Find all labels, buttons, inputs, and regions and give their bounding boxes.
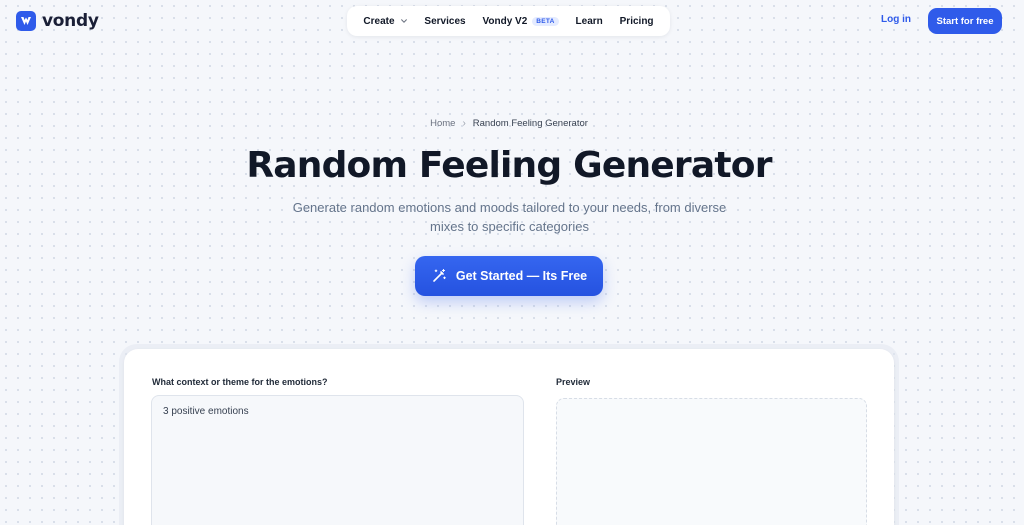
nav-vondy-v2-label: Vondy V2 — [482, 15, 528, 27]
nav-vondy-v2[interactable]: Vondy V2 BETA — [482, 15, 559, 27]
breadcrumb-separator: › — [462, 118, 466, 129]
breadcrumb-current: Random Feeling Generator — [472, 118, 588, 129]
nav-pricing[interactable]: Pricing — [620, 16, 654, 27]
nav-services[interactable]: Services — [424, 16, 465, 27]
nav-learn[interactable]: Learn — [576, 16, 603, 27]
beta-badge: BETA — [532, 16, 559, 26]
magic-wand-icon — [433, 268, 446, 282]
get-started-button[interactable]: Get Started — Its Free — [415, 256, 603, 296]
login-link[interactable]: Log in — [881, 14, 911, 25]
brand-name: vondy — [42, 11, 99, 31]
start-for-free-button[interactable]: Start for free — [928, 8, 1002, 34]
context-input[interactable]: 3 positive emotions — [151, 395, 524, 525]
preview-panel — [556, 398, 867, 525]
context-input-label: What context or theme for the emotions? — [152, 377, 328, 387]
nav-create-label: Create — [363, 15, 395, 27]
vondy-logo[interactable]: vondy — [16, 10, 99, 32]
get-started-label: Get Started — Its Free — [455, 269, 588, 283]
top-bar: vondy Create Services Vondy V2 BETA Lear… — [0, 0, 1024, 42]
breadcrumb-home[interactable]: Home — [430, 118, 455, 129]
preview-label: Preview — [556, 377, 591, 387]
nav-create[interactable]: Create — [363, 16, 407, 27]
page-subtitle: Generate random emotions and moods tailo… — [292, 200, 727, 234]
chevron-down-icon — [400, 19, 407, 23]
main-nav: Create Services Vondy V2 BETA Learn Pric… — [347, 6, 670, 36]
page-title: Random Feeling Generator — [246, 145, 772, 186]
vondy-logo-icon — [16, 11, 36, 31]
breadcrumb: Home › Random Feeling Generator — [0, 118, 1018, 129]
